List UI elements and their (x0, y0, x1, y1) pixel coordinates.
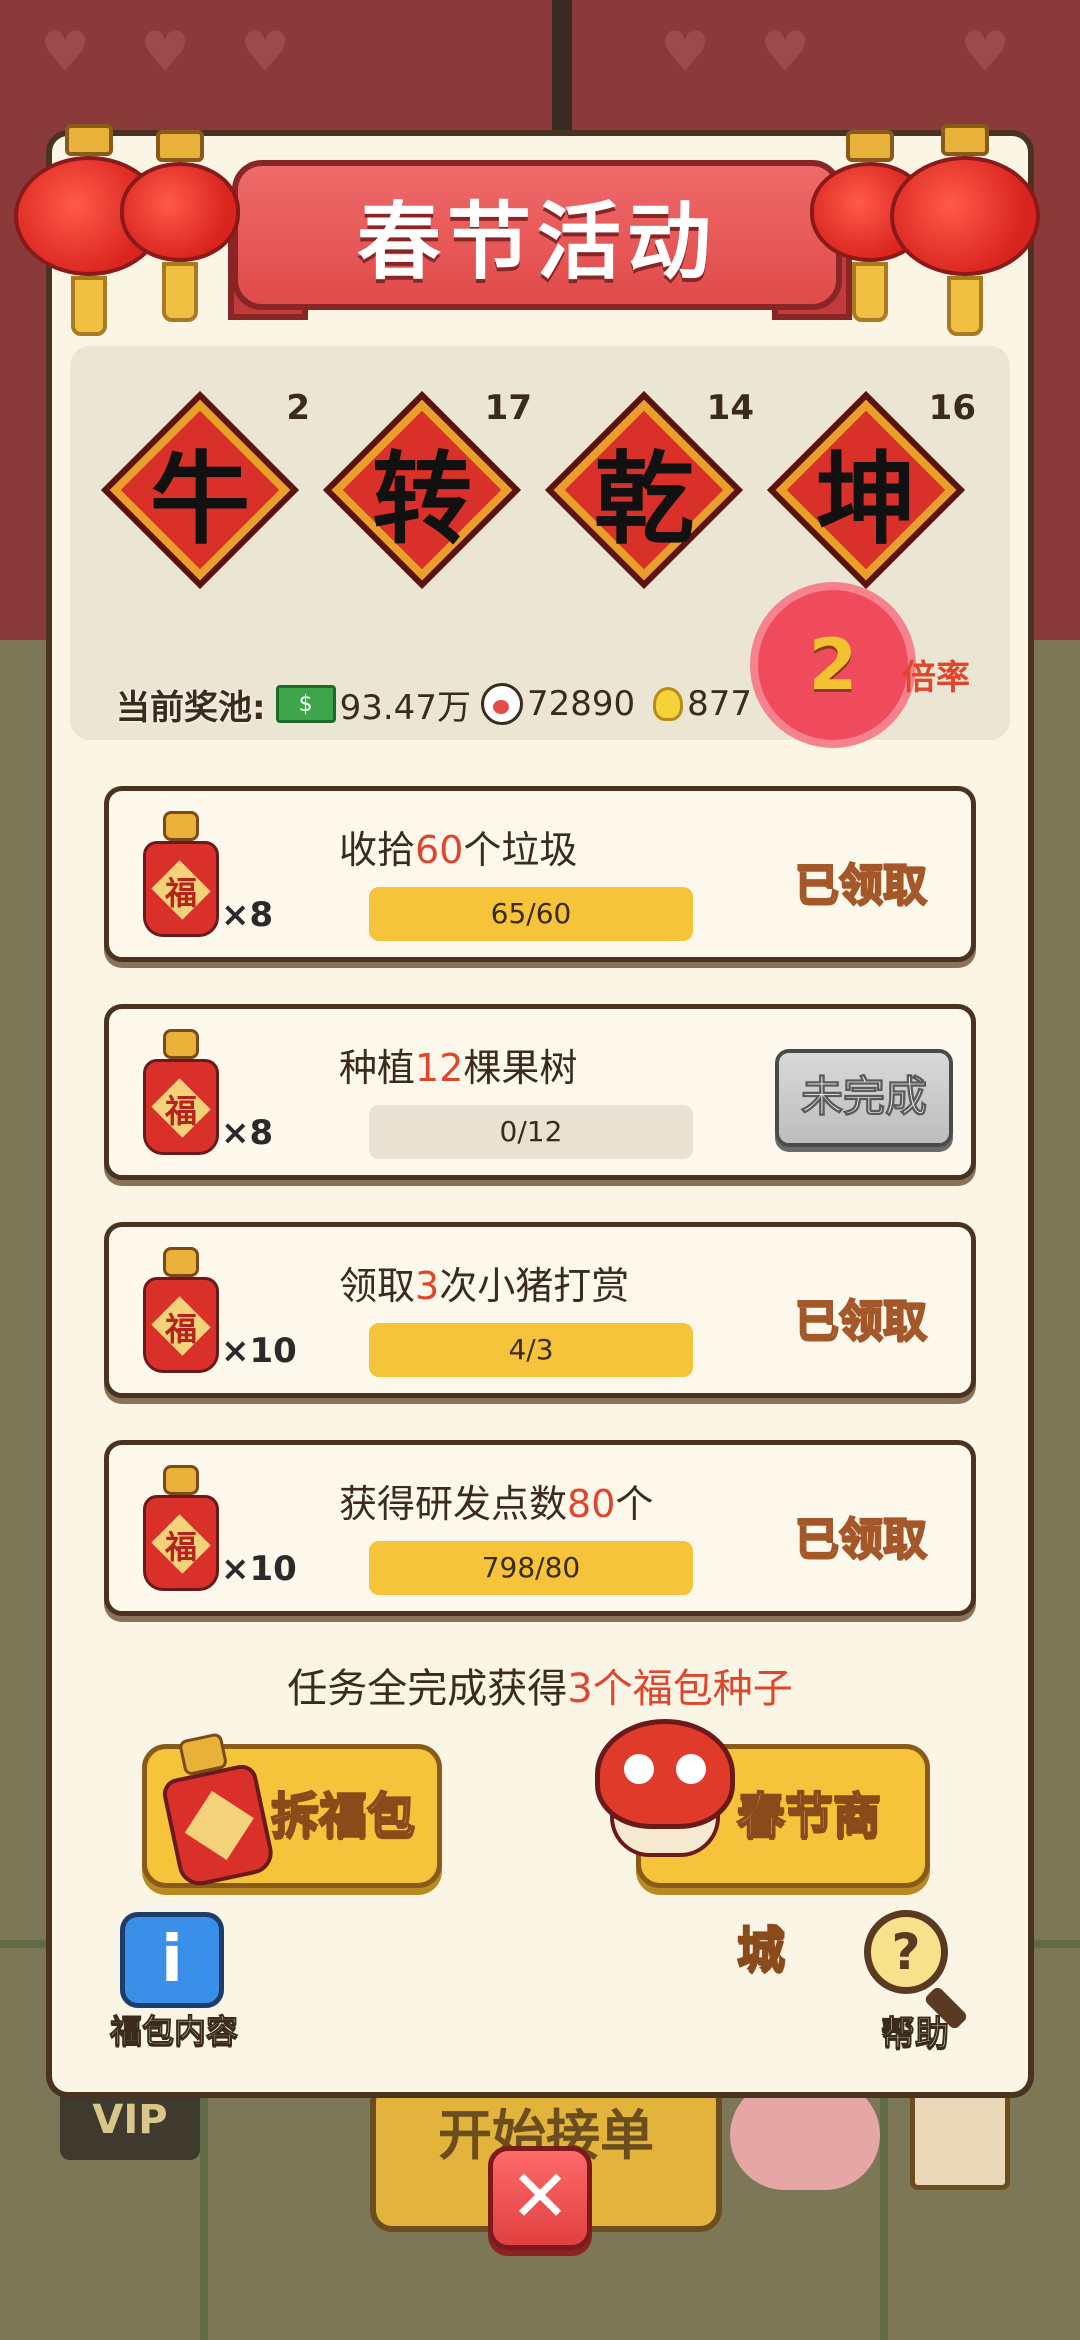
prize-pool: 当前奖池: $ 93.47万 72890 877 (116, 676, 752, 732)
task-status-claimed: 已领取 (794, 1295, 928, 1348)
multiplier-label: 倍率 (902, 658, 970, 698)
lucky-bag-icon: 福 (143, 1029, 219, 1159)
lantern-icon (120, 130, 240, 322)
task-status-claimed: 已领取 (794, 859, 928, 912)
character-count: 2 (286, 388, 310, 428)
character-count: 16 (928, 388, 976, 428)
prize-pool-label: 当前奖池: (116, 687, 266, 728)
heart-decoration-icon: ♥ (40, 20, 91, 85)
task-status-claimed: 已领取 (794, 1513, 928, 1566)
heart-decoration-icon: ♥ (760, 20, 811, 85)
character-card-kun[interactable]: 坤 16 (767, 388, 976, 600)
task-title: 获得研发点数80个 (339, 1482, 654, 1526)
open-lucky-bag-label: 拆福包 (270, 1787, 416, 1845)
character-card-zhuan[interactable]: 转 17 (323, 388, 532, 600)
completion-reward-text: 任务全完成获得3个福包种子 (287, 1666, 793, 1712)
multiplier-badge: 2 (758, 590, 908, 740)
heart-decoration-icon: ♥ (660, 20, 711, 85)
spring-festival-shop-button[interactable]: 春节商城 (595, 1719, 930, 1979)
title-banner: 春节活动 (232, 160, 842, 310)
task-reward-qty: ×10 (221, 1331, 297, 1371)
task-progress-bar: 798/80 (369, 1541, 693, 1595)
lantern-icon (890, 124, 1040, 336)
progress-text: 798/80 (481, 1551, 581, 1584)
bag-contents-info-button[interactable]: i (120, 1912, 224, 2008)
prize-pool-cash: 93.47万 (339, 687, 471, 728)
cash-icon: $ (275, 685, 336, 723)
lucky-bag-icon: 福 (143, 1465, 219, 1595)
character-count: 17 (484, 388, 532, 428)
notice-icon[interactable] (910, 2090, 1010, 2190)
task-reward-qty: ×8 (221, 895, 274, 935)
page-title: 春节活动 (356, 192, 717, 291)
progress-text: 4/3 (508, 1333, 554, 1366)
task-progress-bar: 65/60 (369, 887, 693, 941)
heart-decoration-icon: ♥ (240, 20, 291, 85)
task-title: 种植12棵果树 (339, 1046, 578, 1090)
open-lucky-bag-button[interactable]: 拆福包 (142, 1732, 442, 1890)
lightbulb-icon (653, 687, 684, 721)
heart-decoration-icon: ♥ (140, 20, 191, 85)
background-beam (552, 0, 572, 140)
lucky-bag-icon: 福 (143, 811, 219, 941)
progress-text: 65/60 (490, 897, 572, 930)
pig-coin-icon (480, 683, 523, 725)
lucky-bag-icon: 福 (143, 1247, 219, 1377)
character-card-qian[interactable]: 乾 14 (545, 388, 754, 600)
help-label: 帮助 (881, 2014, 950, 2055)
lucky-bag-icon (152, 1727, 277, 1894)
task-reward-qty: ×10 (221, 1549, 297, 1589)
task-reward-qty: ×8 (221, 1113, 274, 1153)
progress-text: 0/12 (499, 1115, 563, 1148)
bag-contents-label: 福包内容 (109, 2012, 238, 2051)
help-magnifier-icon[interactable]: ? (864, 1910, 948, 1994)
close-button[interactable]: ✕ (488, 2146, 592, 2250)
character-count: 14 (706, 388, 754, 428)
task-row: 福 ×10 领取3次小猪打赏 4/3 已领取 (104, 1222, 976, 1398)
task-title: 领取3次小猪打赏 (339, 1264, 630, 1308)
character-text: 牛 (150, 440, 250, 558)
task-row: 福 ×10 获得研发点数80个 798/80 已领取 (104, 1440, 976, 1616)
task-row: 福 ×8 种植12棵果树 0/12 未完成 (104, 1004, 976, 1180)
task-row: 福 ×8 收拾60个垃圾 65/60 已领取 (104, 786, 976, 962)
task-incomplete-button[interactable]: 未完成 (775, 1049, 953, 1147)
task-progress-bar: 0/12 (369, 1105, 693, 1159)
prize-pool-pig: 72890 (526, 684, 636, 724)
prize-pool-research: 877 (687, 684, 753, 724)
task-progress-bar: 4/3 (369, 1323, 693, 1377)
shop-label: 春节商城 (736, 1787, 882, 1979)
character-card-niu[interactable]: 牛 2 (101, 388, 310, 600)
heart-decoration-icon: ♥ (960, 20, 1011, 85)
task-title: 收拾60个垃圾 (339, 828, 578, 872)
lion-dance-icon (595, 1719, 735, 1869)
